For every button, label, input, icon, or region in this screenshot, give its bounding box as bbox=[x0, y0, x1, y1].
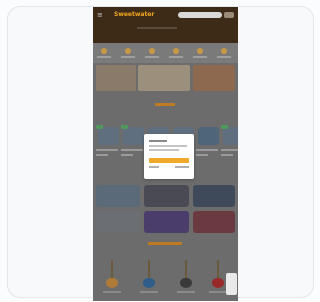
guitar-neck bbox=[148, 260, 150, 280]
category-tile[interactable] bbox=[144, 185, 189, 207]
section-heading bbox=[148, 242, 182, 245]
dialog-text bbox=[149, 145, 187, 147]
product-card[interactable] bbox=[196, 125, 221, 170]
guitar-body bbox=[180, 278, 192, 288]
product-price bbox=[221, 154, 233, 156]
header-subnav bbox=[137, 27, 177, 29]
guitar-body bbox=[106, 278, 118, 288]
category-label bbox=[217, 56, 231, 58]
section-heading bbox=[155, 103, 175, 106]
category-label bbox=[145, 56, 159, 58]
category-nav bbox=[93, 43, 238, 63]
product-title bbox=[221, 149, 238, 151]
dialog-primary-button[interactable] bbox=[149, 158, 189, 163]
guitar-product[interactable] bbox=[140, 260, 158, 294]
guitar-caption bbox=[177, 291, 195, 293]
guitar-product[interactable] bbox=[103, 260, 121, 294]
product-image bbox=[198, 127, 219, 145]
product-title bbox=[196, 149, 218, 151]
guitar-neck bbox=[111, 260, 113, 280]
category-icon[interactable] bbox=[149, 48, 155, 54]
guitar-body bbox=[143, 278, 155, 288]
site-header: ≡ Sweetwater bbox=[93, 7, 238, 43]
category-tile[interactable] bbox=[96, 185, 140, 207]
category-icon[interactable] bbox=[125, 48, 131, 54]
account-icon[interactable] bbox=[224, 12, 234, 18]
product-title bbox=[96, 149, 118, 151]
guitar-caption bbox=[209, 291, 227, 293]
product-title bbox=[121, 149, 143, 151]
category-label bbox=[97, 56, 111, 58]
site-logo[interactable]: Sweetwater bbox=[114, 11, 154, 18]
promo-banner[interactable] bbox=[193, 65, 235, 91]
popup-dialog bbox=[144, 134, 194, 179]
category-icon[interactable] bbox=[173, 48, 179, 54]
category-label bbox=[193, 56, 207, 58]
guitar-caption bbox=[140, 291, 158, 293]
product-card[interactable] bbox=[221, 125, 238, 170]
deal-badge bbox=[121, 125, 128, 129]
category-tile[interactable] bbox=[193, 211, 235, 233]
product-price bbox=[121, 154, 133, 156]
product-card[interactable] bbox=[121, 125, 146, 170]
menu-icon[interactable]: ≡ bbox=[97, 12, 103, 19]
category-tile[interactable] bbox=[96, 211, 140, 233]
dialog-secondary-link[interactable] bbox=[149, 166, 159, 168]
promo-banner[interactable] bbox=[138, 65, 190, 91]
product-price bbox=[96, 154, 108, 156]
guitar-neck bbox=[217, 260, 219, 280]
product-image bbox=[98, 127, 119, 145]
product-image bbox=[223, 127, 238, 145]
deal-badge bbox=[96, 125, 103, 129]
category-icon[interactable] bbox=[221, 48, 227, 54]
dialog-text bbox=[149, 149, 179, 151]
dialog-secondary-link[interactable] bbox=[175, 166, 189, 168]
guitar-caption bbox=[103, 291, 121, 293]
promo-banner[interactable] bbox=[96, 65, 136, 91]
category-icon[interactable] bbox=[101, 48, 107, 54]
guitar-neck bbox=[185, 260, 187, 280]
category-icon[interactable] bbox=[197, 48, 203, 54]
guitar-product[interactable] bbox=[209, 260, 227, 294]
category-label bbox=[169, 56, 183, 58]
product-price bbox=[196, 154, 208, 156]
dialog-title bbox=[149, 140, 167, 142]
product-image bbox=[123, 127, 144, 145]
category-label bbox=[121, 56, 135, 58]
product-card[interactable] bbox=[96, 125, 121, 170]
chat-widget[interactable] bbox=[226, 273, 237, 295]
search-input[interactable] bbox=[178, 12, 222, 18]
category-tile[interactable] bbox=[144, 211, 189, 233]
guitar-body bbox=[212, 278, 224, 288]
deal-badge bbox=[221, 125, 228, 129]
guitar-product[interactable] bbox=[177, 260, 195, 294]
category-tile[interactable] bbox=[193, 185, 235, 207]
